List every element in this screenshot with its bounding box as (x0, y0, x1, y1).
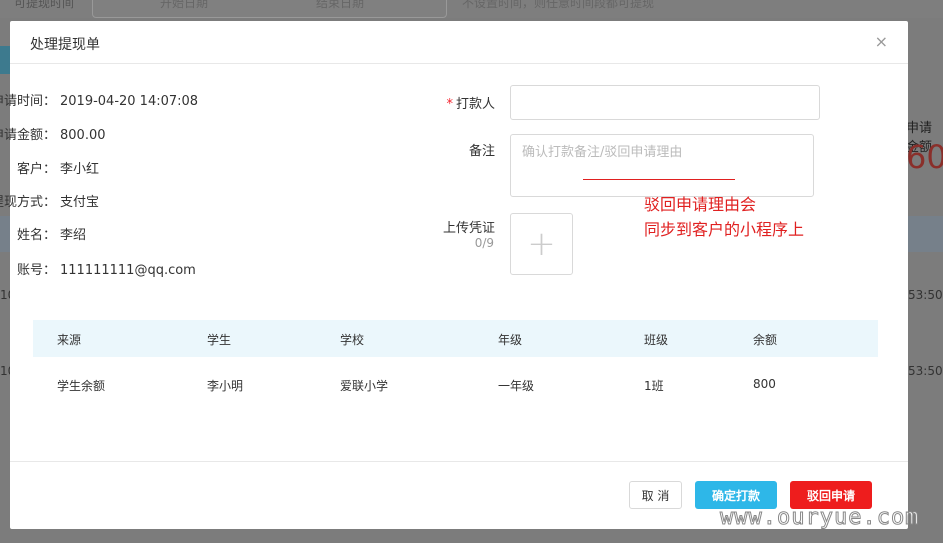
info-label: 客户： (16, 162, 56, 177)
table-cell: 一年级 (498, 379, 535, 393)
payer-label: * 打款人 (395, 93, 495, 112)
column-header: 来源 (57, 333, 82, 347)
remark-label: 备注 (468, 144, 495, 159)
table-cell: 1班 (644, 379, 664, 393)
cancel-button[interactable]: 取 消 (629, 481, 682, 509)
info-value: 800.00 (60, 128, 106, 143)
column-header: 学生 (207, 333, 232, 347)
table-header: 来源 学生 学校 年级 班级 余额 (33, 320, 878, 357)
info-label: 账号： (16, 263, 56, 278)
required-mark: * (446, 97, 453, 112)
upload-count: 0/9 (474, 236, 494, 250)
info-label: 姓名： (16, 228, 56, 243)
info-name: 姓名： 李绍 (0, 224, 86, 243)
background-date-start: 开始日期 (160, 0, 209, 10)
info-account: 账号： 111111111@qq.com (0, 259, 196, 278)
info-value: 李小红 (60, 162, 100, 177)
table-cell: 李小明 (207, 379, 244, 393)
close-icon[interactable]: × (875, 32, 888, 51)
background-hint: 不设置时间，则任意时间段都可提现 (462, 0, 655, 10)
background-row-time: 53:50 (908, 288, 943, 302)
background-filter-label: 可提现时间 (14, 0, 75, 10)
info-label: 提现方式： (0, 195, 56, 210)
info-apply-amount: 申请金额： 800.00 (0, 124, 106, 143)
info-value: 111111111@qq.com (60, 263, 196, 278)
watermark: www.ouryue.com (719, 505, 920, 531)
column-header: 学校 (340, 333, 365, 347)
info-value: 李绍 (60, 228, 87, 243)
column-header: 余额 (753, 333, 778, 347)
payer-label-text: 打款人 (455, 97, 495, 112)
annotation-note: 驳回申请理由会 同步到客户的小程序上 (644, 192, 804, 242)
table-cell: 800 (753, 377, 776, 391)
table-row: 学生余额 李小明 爱联小学 一年级 1班 800 (33, 366, 878, 402)
dialog-header: 处理提现单 × (10, 21, 908, 64)
background-tab-marker (0, 46, 10, 74)
info-customer: 客户： 李小红 (0, 158, 99, 177)
plus-icon: + (527, 224, 556, 264)
column-header: 年级 (498, 333, 523, 347)
dialog-title: 处理提现单 (30, 37, 100, 53)
background-date-range (92, 0, 447, 18)
remark-textarea[interactable]: 确认打款备注/驳回申请理由 (510, 134, 814, 197)
column-header: 班级 (644, 333, 669, 347)
info-value: 支付宝 (60, 195, 100, 210)
withdrawal-dialog: 处理提现单 × 申请时间： 2019-04-20 14:07:08 申请金额： 80… (0, 21, 908, 529)
upload-button[interactable]: + (510, 213, 573, 275)
background-row-time: 53:50 (908, 364, 943, 378)
footer-divider (10, 461, 908, 462)
background-filter-bar: 可提现时间 开始日期 结束日期 不设置时间，则任意时间段都可提现 (0, 0, 943, 18)
annotation-underline (583, 179, 735, 180)
annotation-line-2: 同步到客户的小程序上 (644, 220, 805, 239)
background-date-end: 结束日期 (316, 0, 365, 10)
background-card-value: 60 (906, 138, 943, 176)
info-label: 申请金额： (0, 128, 56, 143)
upload-label: 上传凭证 (442, 221, 495, 236)
info-apply-time: 申请时间： 2019-04-20 14:07:08 (0, 90, 198, 109)
table-cell: 学生余额 (57, 379, 106, 393)
payer-input[interactable] (510, 85, 820, 120)
table-cell: 爱联小学 (340, 379, 389, 393)
info-label: 申请时间： (0, 94, 56, 109)
info-value: 2019-04-20 14:07:08 (60, 94, 199, 109)
info-withdraw-method: 提现方式： 支付宝 (0, 191, 99, 210)
annotation-line-1: 驳回申请理由会 (644, 195, 757, 214)
